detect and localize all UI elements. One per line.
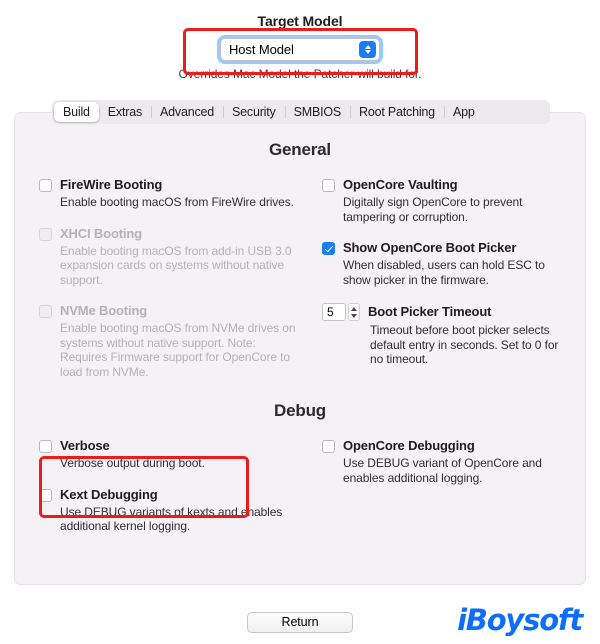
checkbox-verbose[interactable] — [39, 440, 52, 453]
stepper-decrement-icon[interactable] — [351, 313, 357, 318]
option-opencore-vaulting-head[interactable]: OpenCore Vaulting — [322, 178, 561, 192]
chevron-down-icon — [364, 50, 371, 54]
stepper-increment-icon[interactable] — [351, 306, 357, 311]
option-xhci-booting-label: XHCI Booting — [60, 225, 142, 241]
general-right-column: OpenCore Vaulting Digitally sign OpenCor… — [300, 178, 561, 379]
option-opencore-debugging: OpenCore Debugging Use DEBUG variant of … — [322, 439, 561, 485]
option-firewire-booting-label: FireWire Booting — [60, 177, 163, 192]
option-verbose: Verbose Verbose output during boot. — [39, 439, 300, 471]
general-columns: FireWire Booting Enable booting macOS fr… — [15, 178, 585, 379]
option-verbose-desc: Verbose output during boot. — [60, 456, 205, 470]
footer-bar: Return iBoysoft — [0, 600, 600, 644]
target-model-hint: Overrides Mac Model the Patcher will bui… — [178, 67, 422, 81]
option-xhci-booting: XHCI Booting Enable booting macOS from a… — [39, 225, 300, 288]
up-down-chevron-icon[interactable] — [359, 41, 376, 58]
iboysoft-watermark: iBoysoft — [457, 603, 583, 637]
option-opencore-debugging-desc: Use DEBUG variant of OpenCore and enable… — [343, 456, 542, 485]
option-opencore-vaulting-desc: Digitally sign OpenCore to prevent tampe… — [343, 195, 523, 224]
boot-picker-timeout-row: 5 Boot Picker Timeout — [322, 303, 561, 321]
option-nvme-booting-desc: Enable booting macOS from NVMe drives on… — [60, 321, 296, 379]
target-model-value: Host Model — [229, 42, 294, 57]
tab-extras[interactable]: Extras — [99, 102, 151, 122]
quantity-stepper[interactable]: 5 — [322, 303, 360, 321]
checkbox-opencore-vaulting[interactable] — [322, 179, 335, 192]
target-model-dropdown-wrap: Host Model — [0, 38, 600, 61]
tab-security[interactable]: Security — [223, 102, 285, 122]
option-kext-debugging-desc: Use DEBUG variants of kexts and enables … — [60, 504, 283, 534]
tab-advanced[interactable]: Advanced — [151, 102, 223, 122]
option-verbose-label: Verbose — [60, 438, 110, 453]
option-nvme-booting-head: NVMe Booting — [39, 304, 300, 318]
page-title: Target Model — [257, 13, 343, 29]
option-show-boot-picker: Show OpenCore Boot Picker When disabled,… — [322, 241, 561, 287]
tab-smbios[interactable]: SMBIOS — [284, 102, 350, 122]
debug-left-column: Verbose Verbose output during boot. Kext… — [39, 439, 300, 534]
stepper-arrows-icon[interactable] — [348, 303, 360, 321]
option-nvme-booting-label: NVMe Booting — [60, 303, 148, 318]
option-firewire-booting-head[interactable]: FireWire Booting — [39, 178, 300, 192]
option-verbose-head[interactable]: Verbose — [39, 439, 300, 453]
tab-app[interactable]: App — [443, 102, 484, 122]
checkbox-xhci-booting — [39, 227, 52, 241]
option-boot-picker-timeout-label: Boot Picker Timeout — [368, 304, 492, 319]
option-nvme-booting: NVMe Booting Enable booting macOS from N… — [39, 304, 300, 379]
option-opencore-debugging-head[interactable]: OpenCore Debugging — [322, 439, 561, 453]
boot-picker-timeout-input[interactable]: 5 — [322, 303, 346, 321]
tab-root-patching[interactable]: Root Patching — [350, 102, 444, 122]
option-firewire-booting-desc: Enable booting macOS from FireWire drive… — [60, 195, 294, 209]
header-area: Target Model Host Model Overrides Mac Mo… — [0, 0, 600, 81]
option-kext-debugging-head[interactable]: Kext Debugging — [39, 486, 300, 502]
option-show-boot-picker-desc: When disabled, users can hold ESC to sho… — [343, 258, 545, 287]
option-opencore-vaulting: OpenCore Vaulting Digitally sign OpenCor… — [322, 178, 561, 224]
tab-build[interactable]: Build — [54, 102, 99, 122]
option-boot-picker-timeout-desc: Timeout before boot picker selects defau… — [370, 323, 559, 366]
checkbox-nvme-booting — [39, 305, 52, 318]
option-boot-picker-timeout: 5 Boot Picker Timeout Timeout before boo… — [322, 303, 561, 367]
settings-panel: General FireWire Booting Enable booting … — [14, 112, 586, 585]
target-model-dropdown[interactable]: Host Model — [220, 38, 380, 61]
option-show-boot-picker-head[interactable]: Show OpenCore Boot Picker — [322, 241, 561, 255]
option-opencore-debugging-label: OpenCore Debugging — [343, 438, 475, 453]
general-left-column: FireWire Booting Enable booting macOS fr… — [39, 178, 300, 379]
option-xhci-booting-head: XHCI Booting — [39, 225, 300, 241]
option-xhci-booting-desc: Enable booting macOS from add-in USB 3.0… — [60, 243, 292, 287]
option-opencore-vaulting-label: OpenCore Vaulting — [343, 177, 458, 192]
checkbox-kext-debugging[interactable] — [39, 488, 52, 502]
option-firewire-booting: FireWire Booting Enable booting macOS fr… — [39, 178, 300, 210]
option-kext-debugging: Kext Debugging Use DEBUG variants of kex… — [39, 486, 300, 534]
debug-right-column: OpenCore Debugging Use DEBUG variant of … — [300, 439, 561, 534]
checkbox-opencore-debugging[interactable] — [322, 440, 335, 453]
section-heading-debug: Debug — [274, 401, 326, 420]
checkbox-firewire-booting[interactable] — [39, 179, 52, 192]
option-show-boot-picker-label: Show OpenCore Boot Picker — [343, 240, 517, 255]
option-kext-debugging-label: Kext Debugging — [60, 486, 158, 502]
chevron-up-icon — [364, 45, 371, 49]
return-button[interactable]: Return — [247, 612, 353, 633]
checkbox-show-boot-picker[interactable] — [322, 242, 335, 255]
debug-columns: Verbose Verbose output during boot. Kext… — [15, 439, 585, 534]
section-heading-general: General — [269, 140, 331, 159]
tab-bar: Build Extras Advanced Security SMBIOS Ro… — [52, 100, 550, 124]
